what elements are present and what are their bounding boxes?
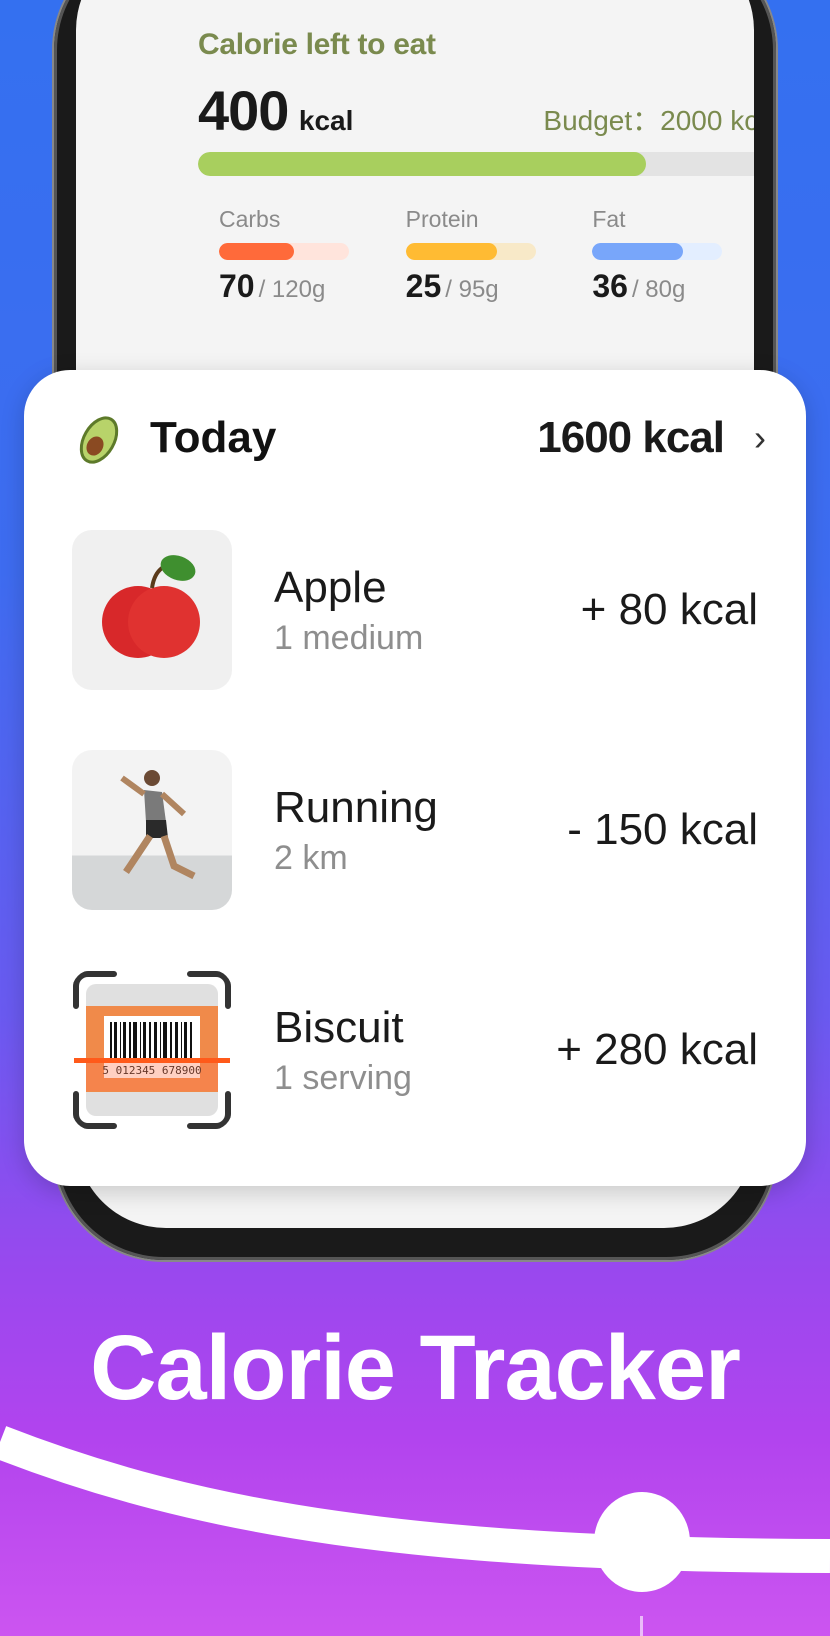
decorative-curve bbox=[0, 1426, 830, 1636]
today-card[interactable]: Today 1600 kcal › Apple 1 medium + 80 kc… bbox=[24, 370, 806, 1186]
entry-kcal: + 280 kcal bbox=[556, 1025, 758, 1074]
runner-icon bbox=[72, 750, 232, 910]
entry-name: Running bbox=[274, 782, 438, 832]
entry-row[interactable]: Running 2 km - 150 kcal bbox=[72, 750, 758, 910]
barcode-scan-icon: 5 012345 678900 bbox=[72, 970, 232, 1130]
macro-protein: Protein 25/ 95g bbox=[405, 206, 593, 305]
macro-goal: / 80g bbox=[631, 276, 686, 303]
remaining-kcal-value: 400 bbox=[198, 79, 289, 142]
macro-bar-fill bbox=[592, 243, 684, 260]
macro-value: 25 bbox=[405, 268, 442, 304]
macros-row: Carbs 70/ 120g Protein 25/ 95g Fat 36/ 8… bbox=[219, 206, 754, 305]
macro-bar-fill bbox=[219, 243, 295, 260]
entry-row[interactable]: 5 012345 678900 Biscuit 1 serving + 280 … bbox=[72, 970, 758, 1130]
chevron-right-icon[interactable]: › bbox=[754, 417, 766, 459]
today-total-kcal: 1600 kcal bbox=[537, 413, 725, 462]
entry-quantity: 1 medium bbox=[274, 618, 424, 657]
calorie-left-title: Calorie left to eat bbox=[198, 27, 436, 61]
budget-label: Budget：2000 kcal bbox=[543, 105, 754, 136]
macro-goal: / 95g bbox=[445, 276, 499, 303]
calorie-progress-fill bbox=[198, 152, 647, 176]
entry-kcal: - 150 kcal bbox=[567, 805, 758, 854]
remaining-kcal-unit: kcal bbox=[298, 105, 354, 136]
macro-bar bbox=[405, 243, 536, 260]
apple-icon bbox=[72, 530, 232, 690]
entry-quantity: 1 serving bbox=[274, 1058, 412, 1097]
macro-value: 70 bbox=[219, 268, 255, 304]
calorie-progress-bar bbox=[198, 152, 754, 176]
macro-bar-fill bbox=[405, 243, 497, 260]
entry-quantity: 2 km bbox=[274, 838, 348, 877]
avocado-icon bbox=[74, 410, 124, 466]
macro-goal: / 120g bbox=[258, 276, 326, 303]
headline: Calorie Tracker bbox=[90, 1317, 741, 1419]
macro-label: Protein bbox=[405, 206, 479, 232]
macro-label: Fat bbox=[592, 206, 626, 232]
today-header[interactable]: Today 1600 kcal › bbox=[74, 406, 766, 470]
curve-knob bbox=[594, 1492, 690, 1592]
macro-bar bbox=[592, 243, 723, 260]
macro-carbs: Carbs 70/ 120g bbox=[219, 206, 406, 305]
macro-fat: Fat 36/ 80g bbox=[592, 206, 754, 305]
macro-value: 36 bbox=[592, 268, 628, 304]
entry-kcal: + 80 kcal bbox=[580, 585, 758, 634]
entry-row[interactable]: Apple 1 medium + 80 kcal bbox=[72, 530, 758, 690]
today-label: Today bbox=[150, 413, 277, 462]
macro-label: Carbs bbox=[219, 206, 281, 232]
macro-bar bbox=[219, 243, 349, 260]
entry-name: Apple bbox=[274, 562, 387, 612]
entry-name: Biscuit bbox=[274, 1002, 404, 1052]
